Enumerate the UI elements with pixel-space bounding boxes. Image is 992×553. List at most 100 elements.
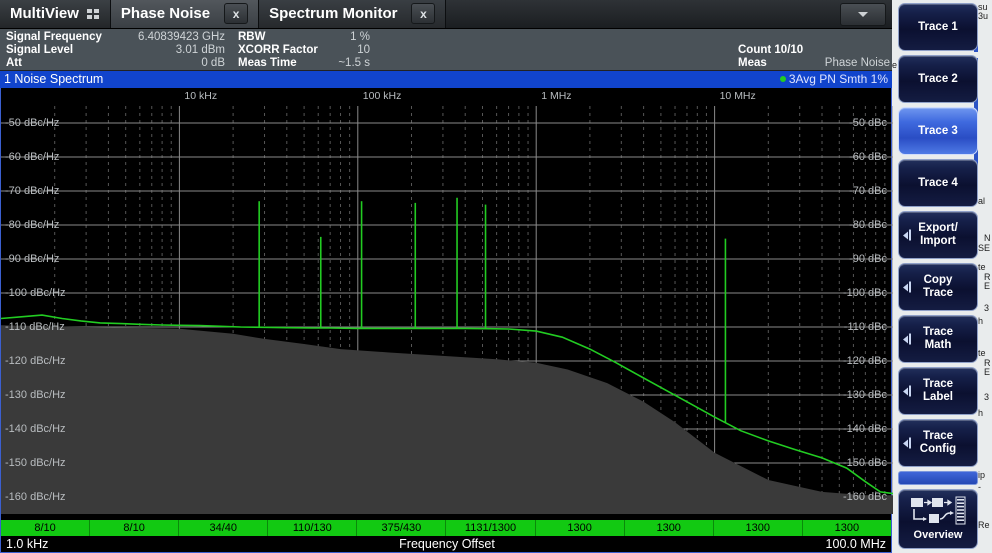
softkey-trace-1[interactable]: Trace 1 <box>898 3 978 51</box>
bg-text-fragment: E <box>984 367 991 377</box>
close-icon[interactable]: x <box>411 3 436 24</box>
x-tick-label: 10 kHz <box>184 90 218 102</box>
tab-phase-noise[interactable]: Phase Noise x <box>110 0 260 28</box>
submenu-arrow-icon <box>903 437 912 449</box>
bg-text-fragment: 3 <box>984 392 990 402</box>
x-tick-label: 100 kHz <box>362 90 402 102</box>
meas-value[interactable]: Phase Noise <box>800 57 890 70</box>
bg-text-fragment: te <box>978 262 986 272</box>
signal-frequency-value[interactable]: 6.40839423 GHz <box>120 31 225 44</box>
signal-frequency-label: Signal Frequency <box>6 31 102 43</box>
softkey-panel: Trace 1 Trace 2 Trace 3 Trace 4 Export/Impor… <box>898 3 978 551</box>
y-tick-label-right: -160 dBc <box>842 491 887 503</box>
chevron-down-icon <box>858 12 868 17</box>
count-segment: 1300 <box>802 520 891 536</box>
count-segment: 1300 <box>535 520 625 536</box>
tab-multiview-label: MultiView <box>10 5 79 22</box>
rbw-value[interactable]: 1 % <box>330 31 370 44</box>
y-tick-label-left: -140 dBc/Hz <box>5 423 66 435</box>
submenu-arrow-icon <box>903 333 912 345</box>
softkey-label: Trace 3 <box>918 124 958 137</box>
count-segment: 110/130 <box>268 520 358 536</box>
bg-text-fragment: Re <box>978 520 990 530</box>
bg-text-fragment: ip <box>978 470 986 480</box>
measurement-info-header: Signal Frequency 6.40839423 GHz Signal L… <box>0 29 892 71</box>
overview-label: Overview <box>913 529 963 541</box>
overview-button[interactable]: Overview <box>898 489 978 549</box>
softkey-trace-math[interactable]: Trace Math <box>898 315 978 363</box>
tab-overflow-dropdown-button[interactable] <box>840 3 886 26</box>
signal-level-value[interactable]: 3.01 dBm <box>120 44 225 57</box>
x-axis-end-label: 100.0 MHz <box>825 537 886 551</box>
y-tick-label-right: -100 dBc <box>842 287 887 299</box>
softkey-label: Trace 1 <box>918 20 958 33</box>
count-segment: 1300 <box>624 520 714 536</box>
submenu-arrow-icon <box>903 281 912 293</box>
y-tick-label-right: -60 dBc <box>849 151 887 163</box>
xcorr-count-bar: 8/10 8/10 34/40 110/130 375/430 1131/1300 1300… <box>0 520 892 536</box>
y-tick-label-left: -50 dBc/Hz <box>5 117 60 129</box>
bg-text-fragment: SE <box>978 243 991 253</box>
softkey-label: Copy Trace <box>922 274 954 299</box>
softkey-trace-2[interactable]: Trace 2 <box>898 55 978 103</box>
xcorr-factor-label: XCORR Factor <box>238 44 318 56</box>
softkey-export-import[interactable]: Export/Import <box>898 211 978 259</box>
y-tick-label-right: -70 dBc <box>849 185 887 197</box>
y-tick-label-right: -80 dBc <box>849 219 887 231</box>
y-tick-label-right: -50 dBc <box>849 117 887 129</box>
close-icon[interactable]: x <box>224 3 249 24</box>
phase-noise-plot[interactable]: 10 kHz 100 kHz 1 MHz 10 MHz -50 dBc/Hz -60 d… <box>0 88 893 520</box>
bg-text-fragment: te <box>978 348 986 358</box>
bg-text-fragment: N <box>984 233 991 243</box>
x-tick-label: 1 MHz <box>541 90 572 102</box>
count-segment: 8/10 <box>90 520 180 536</box>
softkey-trace-4[interactable]: Trace 4 <box>898 159 978 207</box>
softkey-trace-label[interactable]: Trace Label <box>898 367 978 415</box>
y-tick-label-left: -160 dBc/Hz <box>5 491 66 503</box>
count-segment: 375/430 <box>357 520 447 536</box>
submenu-arrow-icon <box>903 385 912 397</box>
softkey-label: Trace Math <box>922 326 954 351</box>
y-tick-label-left: -120 dBc/Hz <box>5 355 66 367</box>
count-label: Count 10/10 <box>738 44 804 56</box>
y-tick-label-left: -70 dBc/Hz <box>5 185 60 197</box>
softkey-copy-trace[interactable]: Copy Trace <box>898 263 978 311</box>
window-title-bar[interactable]: 1 Noise Spectrum 3Avg PN Smth 1% <box>0 71 892 88</box>
bg-text-fragment: - <box>978 482 981 492</box>
bg-text-fragment: 3u <box>978 11 989 21</box>
softkey-spacer <box>898 471 978 485</box>
count-segment: 8/10 <box>1 520 91 536</box>
y-tick-label-left: -130 dBc/Hz <box>5 389 66 401</box>
rbw-label: RBW <box>238 31 266 43</box>
tab-phase-noise-label: Phase Noise <box>120 5 211 22</box>
tab-multiview[interactable]: MultiView <box>0 0 111 28</box>
y-tick-label-right: -140 dBc <box>842 423 887 435</box>
y-tick-label-right: -110 dBc <box>843 321 887 333</box>
tab-spectrum-monitor[interactable]: Spectrum Monitor x <box>259 0 447 28</box>
y-tick-label-right: -150 dBc <box>842 457 887 469</box>
meas-label: Meas <box>738 57 767 69</box>
y-tick-label-left: -110 dBc/Hz <box>5 321 65 333</box>
submenu-arrow-icon <box>903 229 912 241</box>
softkey-trace-config[interactable]: Trace Config <box>898 419 978 467</box>
count-segment: 1131/1300 <box>446 520 536 536</box>
workflow-diagram-icon <box>908 496 968 526</box>
softkey-label: Trace 2 <box>918 72 958 85</box>
softkey-label: Trace Config <box>919 430 957 455</box>
page-title: 1 Noise Spectrum <box>4 72 104 86</box>
y-tick-label-right: -90 dBc <box>849 253 887 265</box>
tab-spectrum-monitor-label: Spectrum Monitor <box>269 5 398 22</box>
softkey-trace-3[interactable]: Trace 3 <box>898 107 978 155</box>
xcorr-factor-value[interactable]: 10 <box>330 44 370 57</box>
plot-svg <box>1 106 893 514</box>
trace-legend-label: 3Avg PN Smth 1% <box>788 72 888 86</box>
meas-time-value[interactable]: ~1.5 s <box>330 57 370 70</box>
bg-text-fragment: h <box>978 316 984 326</box>
bg-text-fragment: h <box>978 408 984 418</box>
trace-legend[interactable]: 3Avg PN Smth 1% <box>779 71 888 88</box>
softkey-label: Trace 4 <box>918 176 958 189</box>
trace-color-dot <box>779 76 786 82</box>
softkey-label: Trace Label <box>922 378 954 403</box>
bg-text-fragment: E <box>984 281 991 291</box>
att-value[interactable]: 0 dB <box>120 57 225 70</box>
